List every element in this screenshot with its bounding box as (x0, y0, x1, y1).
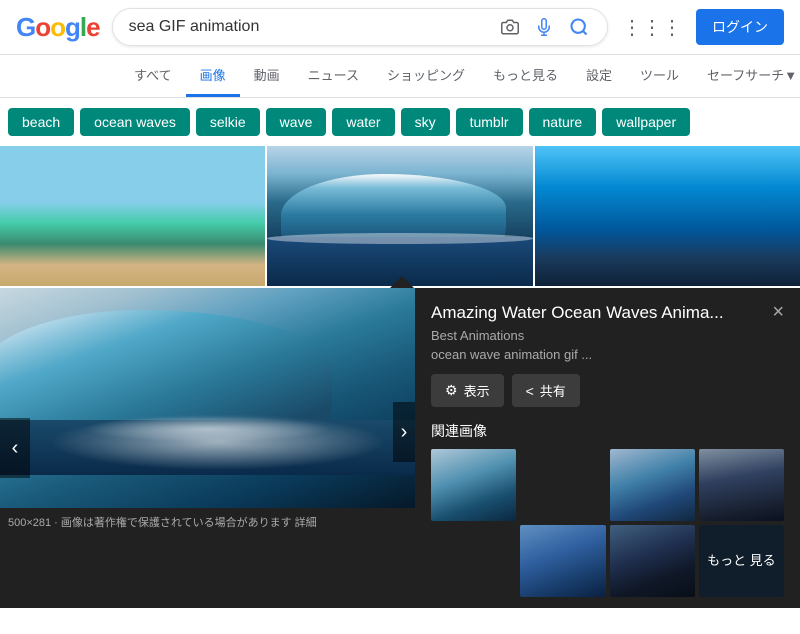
tab-safesearch[interactable]: セーフサーチ▼ (693, 55, 800, 97)
tab-all[interactable]: すべて (120, 55, 186, 97)
header: Google (0, 0, 800, 55)
next-image-button[interactable]: › (393, 402, 415, 462)
prev-image-button[interactable]: ‹ (0, 418, 30, 478)
info-actions: ⚙ 表示 < 共有 (431, 374, 784, 407)
google-logo: Google (16, 12, 100, 43)
more-overlay: もっと 見る (699, 525, 784, 597)
nav-tabs: すべて 画像 動画 ニュース ショッピング もっと見る 設定 ツール セーフサー… (0, 55, 800, 98)
tab-tools[interactable]: ツール (626, 55, 693, 97)
login-button[interactable]: ログイン (696, 9, 784, 45)
related-label: 関連画像 (431, 421, 784, 441)
related-thumb-2[interactable] (520, 449, 605, 521)
related-thumb-4[interactable] (699, 449, 784, 521)
header-right: ⋮⋮⋮ ログイン (620, 9, 784, 45)
filter-beach[interactable]: beach (8, 108, 74, 136)
share-label: 共有 (540, 381, 566, 400)
tab-video[interactable]: 動画 (240, 55, 294, 97)
camera-icon[interactable] (499, 16, 521, 38)
detail-panel: ‹ 500×281 · 画像は著作権で保護されている場合があります 詳細 › A… (0, 288, 800, 608)
info-source: Best Animations (431, 328, 784, 343)
preview-left: ‹ 500×281 · 画像は著作権で保護されている場合があります 詳細 › (0, 288, 415, 608)
grid-image-2[interactable] (267, 146, 532, 286)
share-icon: < (526, 383, 534, 399)
tab-shopping[interactable]: ショッピング (373, 55, 479, 97)
view-label: 表示 (464, 381, 490, 400)
filter-tumblr[interactable]: tumblr (456, 108, 523, 136)
tab-settings[interactable]: 設定 (572, 55, 626, 97)
info-panel: Amazing Water Ocean Waves Anima... × Bes… (415, 288, 800, 608)
related-grid: もっと 見る (431, 449, 784, 597)
filter-ocean-waves[interactable]: ocean waves (80, 108, 190, 136)
filter-nature[interactable]: nature (529, 108, 597, 136)
filter-wallpaper[interactable]: wallpaper (602, 108, 690, 136)
search-icon[interactable] (567, 15, 591, 39)
related-thumb-5[interactable] (431, 525, 516, 597)
filter-bar: beach ocean waves selkie wave water sky … (0, 98, 800, 146)
view-button[interactable]: ⚙ 表示 (431, 374, 504, 407)
tab-news[interactable]: ニュース (294, 55, 373, 97)
search-icons (499, 15, 591, 39)
info-title: Amazing Water Ocean Waves Anima... (431, 302, 724, 324)
filter-sky[interactable]: sky (401, 108, 450, 136)
search-input[interactable] (129, 18, 491, 36)
info-description: ocean wave animation gif ... (431, 347, 784, 362)
grid-image-1[interactable] (0, 146, 265, 286)
view-icon: ⚙ (445, 382, 458, 399)
share-button[interactable]: < 共有 (512, 374, 580, 407)
microphone-icon[interactable] (533, 16, 555, 38)
apps-icon[interactable]: ⋮⋮⋮ (620, 13, 684, 42)
related-thumb-7[interactable] (610, 525, 695, 597)
tab-more[interactable]: もっと見る (479, 55, 572, 97)
filter-water[interactable]: water (332, 108, 394, 136)
related-thumb-6[interactable] (520, 525, 605, 597)
filter-wave[interactable]: wave (266, 108, 327, 136)
related-thumb-more[interactable]: もっと 見る (699, 525, 784, 597)
close-button[interactable]: × (772, 302, 784, 322)
search-bar (112, 8, 608, 46)
tab-images[interactable]: 画像 (186, 55, 240, 97)
related-thumb-1[interactable] (431, 449, 516, 521)
filter-selkie[interactable]: selkie (196, 108, 260, 136)
grid-image-3[interactable] (535, 146, 800, 286)
info-header: Amazing Water Ocean Waves Anima... × (431, 302, 784, 324)
image-grid-top (0, 146, 800, 288)
related-thumb-3[interactable] (610, 449, 695, 521)
preview-image[interactable] (0, 288, 415, 508)
preview-caption: 500×281 · 画像は著作権で保護されている場合があります 詳細 (0, 508, 415, 536)
